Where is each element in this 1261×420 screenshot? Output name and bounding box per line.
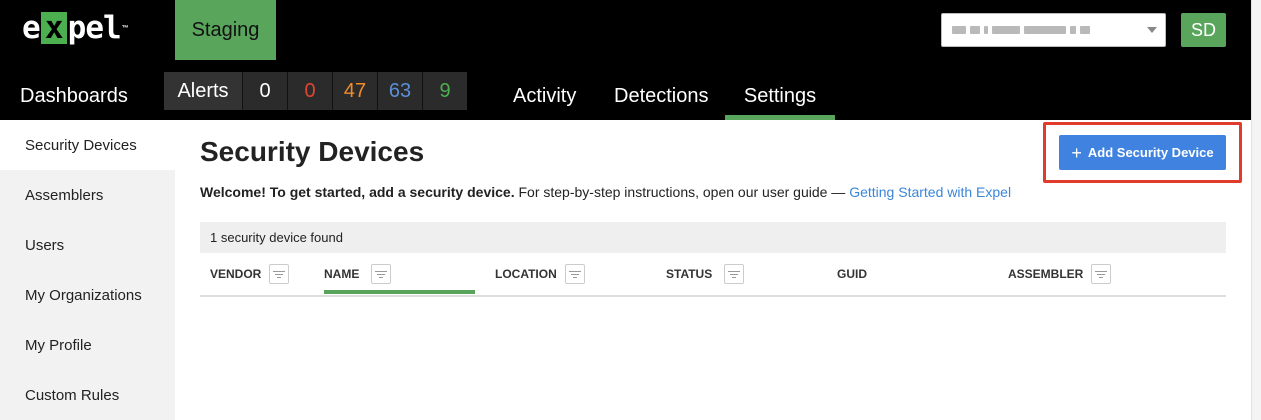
nav-settings-label: Settings (743, 84, 817, 107)
sidebar-item-custom-rules[interactable]: Custom Rules (0, 370, 175, 420)
column-header-location[interactable]: LOCATION (495, 262, 585, 286)
nav-dashboards[interactable]: Dashboards (20, 72, 128, 120)
column-label: GUID (837, 267, 867, 281)
redacted-text (970, 26, 980, 34)
logo-text-left: e (22, 10, 41, 46)
column-label: NAME (324, 267, 360, 281)
alert-count-low[interactable]: 9 (422, 72, 467, 110)
sidebar-item-my-profile[interactable]: My Profile (0, 320, 175, 370)
alert-count-medium[interactable]: 63 (377, 72, 422, 110)
alert-count-critical[interactable]: 0 (287, 72, 332, 110)
app: e x pel ™ Staging SD Dashboards Alerts 0 0 … (0, 0, 1261, 420)
results-count: 1 security device found (200, 222, 1226, 253)
user-avatar[interactable]: SD (1181, 13, 1226, 47)
logo-x-mark: x (40, 12, 67, 44)
filter-icon[interactable] (564, 264, 585, 284)
sidebar-item-my-organizations[interactable]: My Organizations (0, 270, 175, 320)
logo-text-right: pel (67, 10, 122, 46)
column-label: ASSEMBLER (1008, 267, 1084, 281)
add-security-device-button[interactable]: + Add Security Device (1059, 135, 1226, 170)
chevron-down-icon (1147, 27, 1157, 33)
redacted-text (1070, 26, 1076, 34)
nav-alerts[interactable]: Alerts 0 0 47 63 9 (164, 72, 467, 110)
column-header-vendor[interactable]: VENDOR (210, 262, 290, 286)
nav-detections[interactable]: Detections (614, 72, 709, 120)
filter-icon[interactable] (371, 264, 392, 284)
nav-activity[interactable]: Activity (513, 72, 576, 120)
page-title: Security Devices (200, 136, 425, 167)
top-bar: e x pel ™ Staging SD Dashboards Alerts 0 0 … (0, 0, 1251, 120)
sidebar-item-security-devices[interactable]: Security Devices (0, 120, 175, 170)
welcome-message: Welcome! To get started, add a security … (200, 184, 1011, 200)
redacted-text (1080, 26, 1090, 34)
alert-count-high[interactable]: 47 (332, 72, 377, 110)
sidebar-item-assemblers[interactable]: Assemblers (0, 170, 175, 220)
column-label: STATUS (666, 267, 713, 281)
redacted-text (984, 26, 988, 34)
redacted-text (952, 26, 966, 34)
filter-icon[interactable] (724, 264, 745, 284)
column-label: VENDOR (210, 267, 262, 281)
filter-icon[interactable] (269, 264, 290, 284)
alert-count-total[interactable]: 0 (242, 72, 287, 110)
getting-started-link[interactable]: Getting Started with Expel (849, 184, 1011, 200)
plus-icon: + (1071, 142, 1082, 163)
welcome-body-text: For step-by-step instructions, open our … (514, 184, 850, 200)
scrollbar-track[interactable] (1251, 0, 1261, 420)
filter-icon[interactable] (1091, 264, 1112, 284)
welcome-bold-text: Welcome! To get started, add a security … (200, 184, 515, 200)
sorted-column-indicator (324, 290, 475, 294)
nav-settings[interactable]: Settings (725, 72, 835, 120)
environment-badge: Staging (175, 0, 276, 60)
table-header-divider (200, 295, 1226, 297)
sidebar: Security Devices Assemblers Users My Org… (0, 120, 175, 420)
column-header-name[interactable]: NAME (324, 262, 392, 286)
expel-logo[interactable]: e x pel ™ (22, 8, 129, 48)
active-tab-indicator (725, 115, 835, 120)
alerts-label[interactable]: Alerts (164, 72, 242, 110)
redacted-text (992, 26, 1020, 34)
column-header-assembler[interactable]: ASSEMBLER (1008, 262, 1112, 286)
column-header-status[interactable]: STATUS (666, 262, 745, 286)
organization-select[interactable] (941, 13, 1166, 47)
column-header-guid[interactable]: GUID (837, 262, 867, 286)
sidebar-item-users[interactable]: Users (0, 220, 175, 270)
column-label: LOCATION (495, 267, 557, 281)
redacted-text (1024, 26, 1066, 34)
add-security-device-label: Add Security Device (1087, 145, 1214, 160)
logo-trademark: ™ (121, 24, 129, 32)
